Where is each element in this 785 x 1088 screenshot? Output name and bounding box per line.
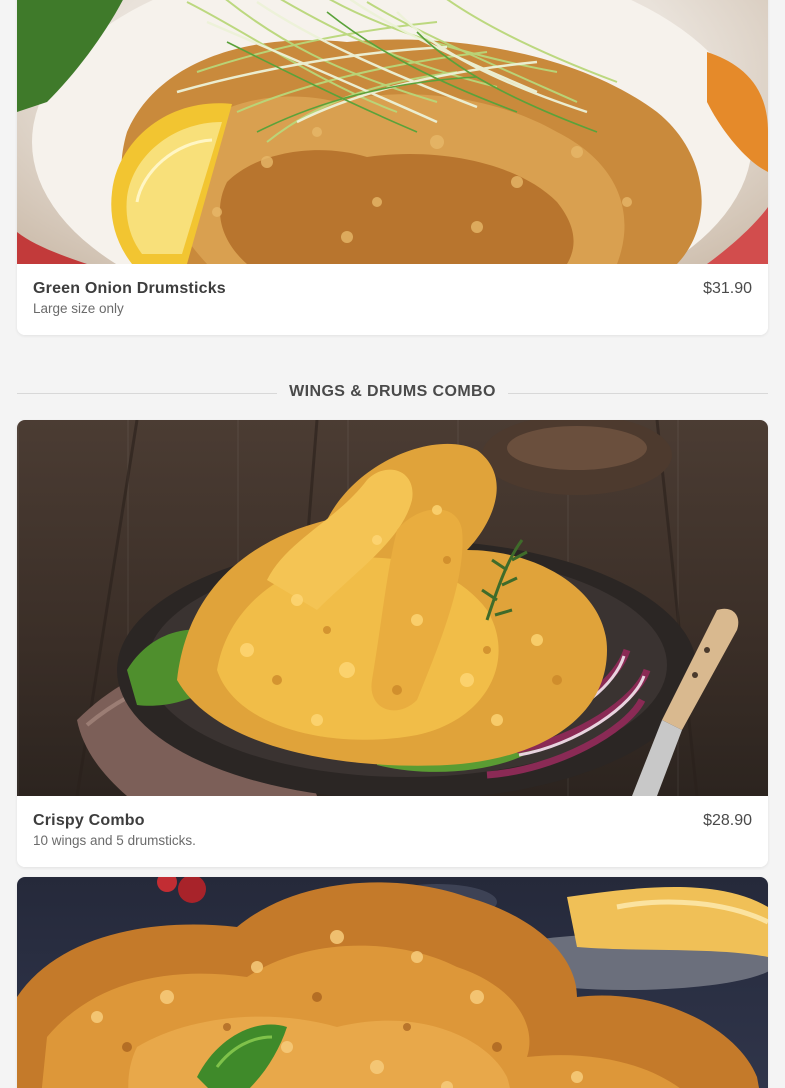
menu-item-name: Green Onion Drumsticks — [33, 280, 226, 297]
food-photo-green-onion-drumsticks — [17, 0, 768, 264]
menu-item-price: $31.90 — [703, 280, 752, 297]
menu-item-description: 10 wings and 5 drumsticks. — [33, 833, 196, 848]
food-photo-glazed-chicken — [17, 877, 768, 1088]
menu-item-info: Green Onion Drumsticks Large size only $… — [17, 264, 768, 335]
menu-item-price: $28.90 — [703, 812, 752, 829]
menu-item-image — [17, 0, 768, 264]
menu-item-card[interactable]: Crispy Combo 10 wings and 5 drumsticks. … — [17, 420, 768, 867]
menu-item-image — [17, 420, 768, 796]
menu-page: Green Onion Drumsticks Large size only $… — [0, 0, 785, 1088]
menu-item-description: Large size only — [33, 301, 124, 316]
section-title: WINGS & DRUMS COMBO — [289, 383, 496, 400]
menu-item-card[interactable] — [17, 877, 768, 1088]
menu-item-image — [17, 877, 768, 1088]
menu-item-name: Crispy Combo — [33, 812, 145, 829]
section-divider-right — [508, 393, 768, 394]
section-header: WINGS & DRUMS COMBO — [17, 380, 768, 406]
menu-item-card[interactable]: Green Onion Drumsticks Large size only $… — [17, 0, 768, 335]
menu-item-info: Crispy Combo 10 wings and 5 drumsticks. … — [17, 796, 768, 867]
food-photo-crispy-combo — [75, 420, 739, 796]
